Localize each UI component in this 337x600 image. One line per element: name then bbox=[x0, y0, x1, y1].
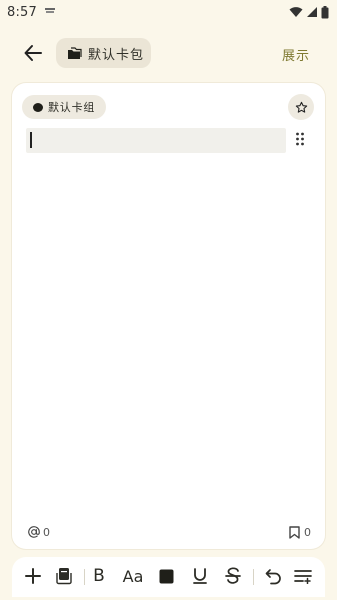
list-add-icon bbox=[294, 570, 312, 584]
color-square-icon bbox=[159, 569, 173, 583]
deck-selector[interactable]: 默认卡包 bbox=[56, 38, 151, 68]
mention-count: 0 bbox=[43, 525, 50, 539]
note-card: 默认卡组 0 0 bbox=[12, 83, 325, 549]
back-arrow-icon[interactable] bbox=[22, 42, 44, 64]
top-bar: 默认卡包 展示 bbox=[0, 36, 337, 70]
card-stack-icon bbox=[56, 568, 72, 585]
status-time: 8:57 bbox=[7, 4, 37, 20]
card-template-button[interactable] bbox=[53, 565, 75, 587]
at-icon bbox=[28, 526, 40, 538]
font-size-label: Aa bbox=[122, 566, 144, 586]
strikethrough-button[interactable] bbox=[222, 565, 244, 587]
text-color-button[interactable] bbox=[155, 565, 177, 587]
signal-icon bbox=[307, 7, 317, 17]
notification-icon bbox=[45, 8, 55, 13]
bold-label: B bbox=[93, 566, 105, 586]
editor-toolbar: B Aa bbox=[12, 557, 325, 597]
group-label: 默认卡组 bbox=[48, 101, 96, 114]
status-bar: 8:57 bbox=[0, 0, 337, 24]
more-format-button[interactable] bbox=[292, 565, 314, 587]
show-button[interactable]: 展示 bbox=[282, 45, 310, 64]
plus-icon bbox=[25, 568, 41, 584]
font-size-button[interactable]: Aa bbox=[120, 565, 146, 587]
bold-button[interactable]: B bbox=[88, 565, 110, 587]
toolbar-divider bbox=[84, 569, 85, 585]
group-selector[interactable]: 默认卡组 bbox=[22, 95, 106, 119]
folder-icon bbox=[68, 46, 82, 59]
undo-button[interactable] bbox=[262, 565, 284, 587]
star-icon bbox=[295, 101, 307, 113]
underline-button[interactable] bbox=[189, 565, 211, 587]
group-dot-icon bbox=[33, 102, 43, 112]
status-icons bbox=[289, 5, 329, 19]
wifi-icon bbox=[289, 7, 303, 17]
strikethrough-icon bbox=[225, 567, 241, 584]
bookmark-counter[interactable]: 0 bbox=[289, 526, 311, 539]
bookmark-icon bbox=[289, 526, 300, 539]
mention-counter[interactable]: 0 bbox=[27, 525, 50, 539]
underline-icon bbox=[193, 568, 207, 584]
toolbar-divider bbox=[253, 569, 254, 585]
battery-icon bbox=[321, 5, 329, 18]
add-button[interactable] bbox=[22, 565, 44, 587]
bookmark-count: 0 bbox=[304, 526, 311, 539]
undo-icon bbox=[265, 568, 281, 584]
drag-handle-icon[interactable] bbox=[295, 132, 305, 146]
card-text-input[interactable] bbox=[26, 128, 286, 153]
deck-label: 默认卡包 bbox=[88, 47, 145, 63]
favorite-button[interactable] bbox=[288, 94, 314, 120]
text-caret bbox=[30, 132, 32, 148]
